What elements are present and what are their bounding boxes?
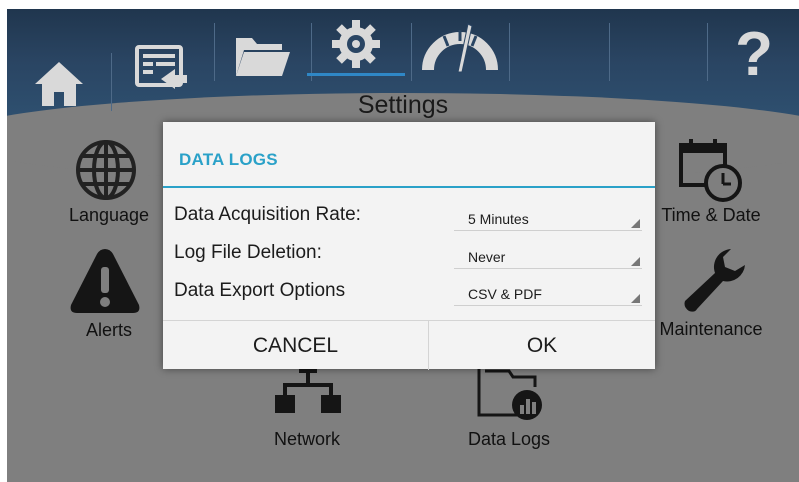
dropdown-caret-icon xyxy=(631,294,640,303)
data-export-options-label: Data Export Options xyxy=(174,280,346,301)
dialog-title: DATA LOGS xyxy=(179,150,278,169)
acquisition-rate-select[interactable]: 5 Minutes xyxy=(454,206,642,231)
log-file-deletion-value: Never xyxy=(468,249,506,265)
dropdown-caret-icon xyxy=(631,219,640,228)
dialog-button-bar: CANCEL OK xyxy=(163,320,655,370)
acquisition-rate-label: Data Acquisition Rate: xyxy=(174,204,361,225)
dialog-title-divider xyxy=(163,186,655,188)
settings-screen: ? Settings Language Alerts Network Data … xyxy=(7,9,799,482)
log-file-deletion-select[interactable]: Never xyxy=(454,244,642,269)
dropdown-caret-icon xyxy=(631,257,640,266)
data-export-options-value: CSV & PDF xyxy=(468,286,542,302)
ok-button[interactable]: OK xyxy=(429,321,655,370)
acquisition-rate-value: 5 Minutes xyxy=(468,211,529,227)
data-export-options-select[interactable]: CSV & PDF xyxy=(454,281,642,306)
cancel-button[interactable]: CANCEL xyxy=(163,321,428,370)
data-logs-dialog: DATA LOGS Data Acquisition Rate: 5 Minut… xyxy=(163,122,655,370)
log-file-deletion-label: Log File Deletion: xyxy=(174,242,322,263)
